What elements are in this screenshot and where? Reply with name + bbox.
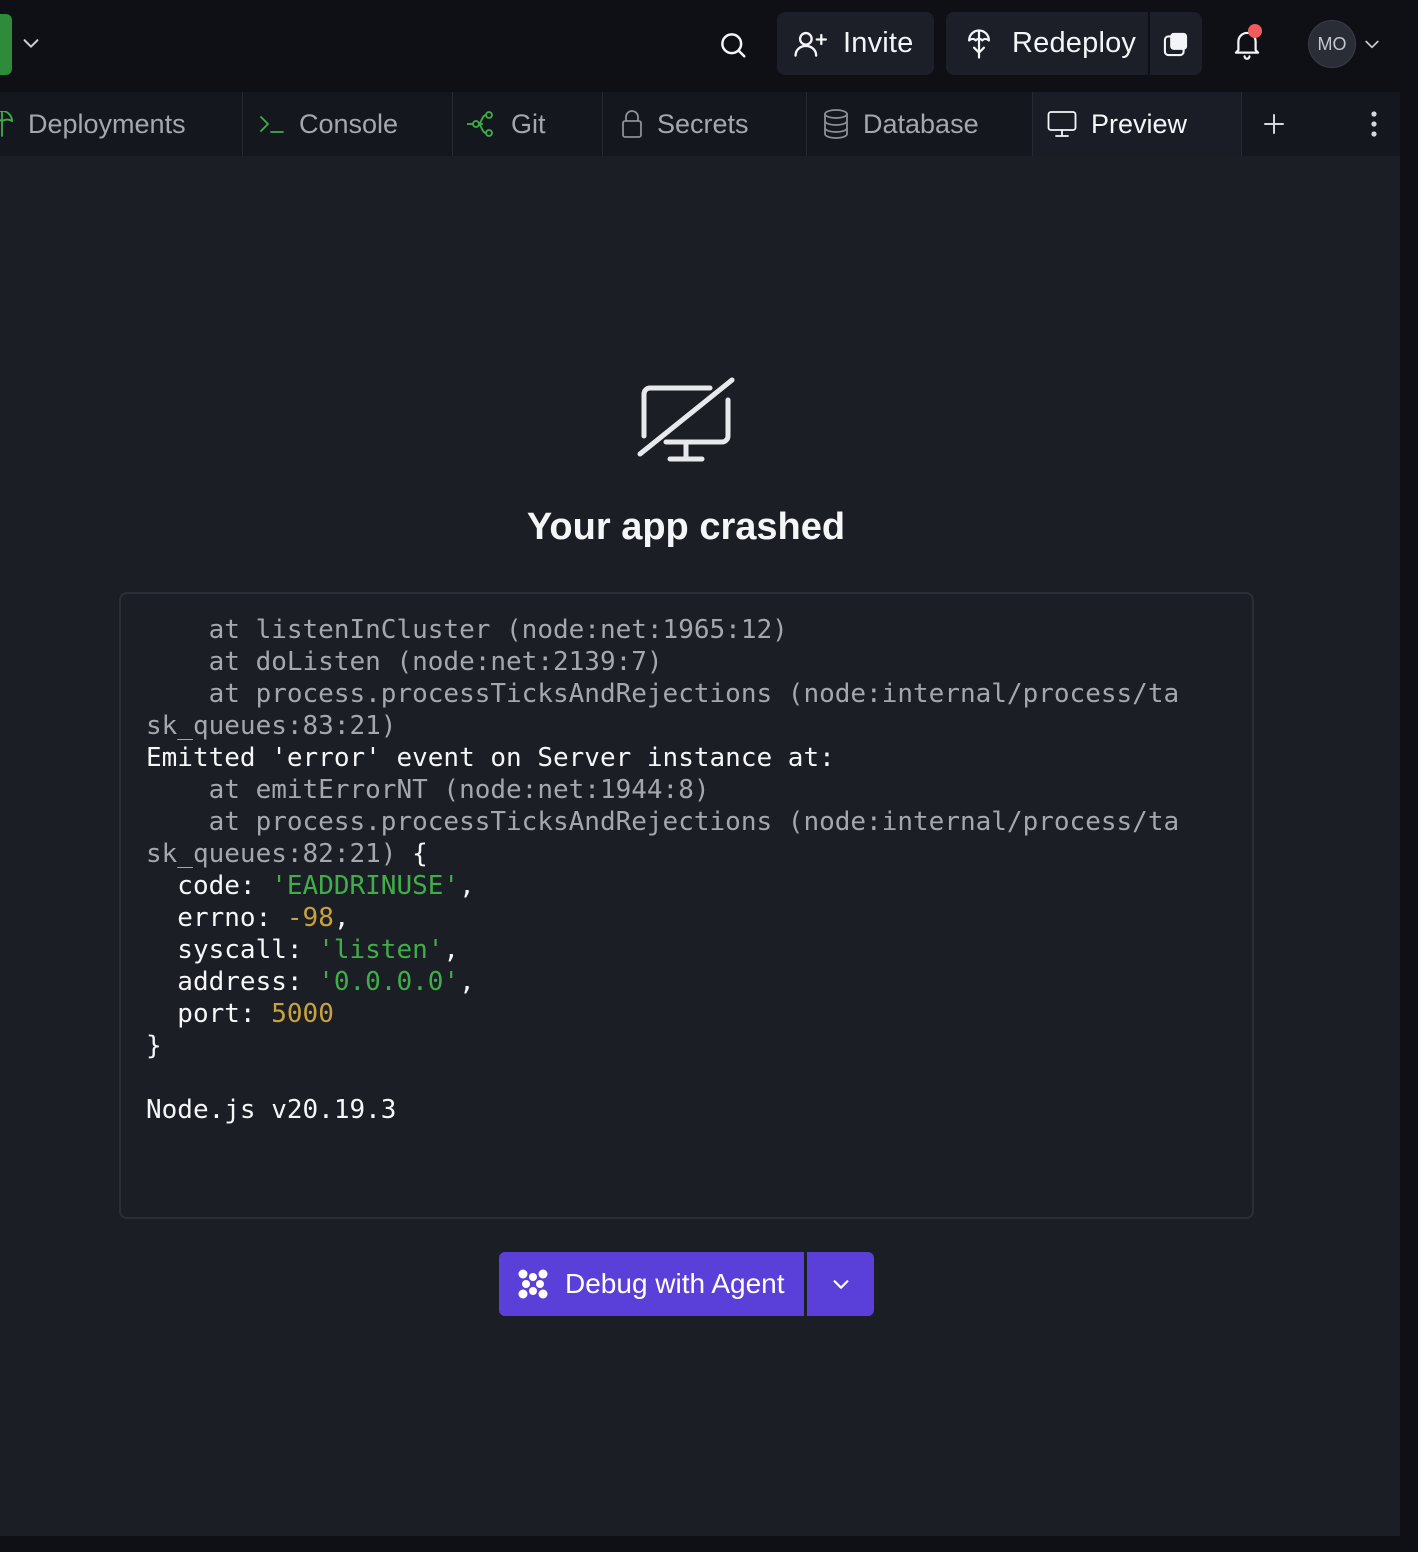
tab-secrets[interactable]: Secrets — [603, 92, 807, 156]
log-line: sk_queues:83:21) — [146, 711, 397, 741]
log-line: errno: -98, — [146, 903, 350, 933]
log-line: Node.js v20.19.3 — [146, 1095, 397, 1125]
log-line: at process.processTicksAndRejections (no… — [146, 679, 1180, 709]
log-line: at process.processTicksAndRejections (no… — [146, 807, 1180, 837]
crash-title: Your app crashed — [526, 506, 846, 548]
redeploy-button[interactable]: Redeploy — [946, 12, 1148, 75]
chevron-down-icon — [832, 1280, 849, 1289]
tab-deployments[interactable]: Deployments — [0, 92, 243, 156]
tab-label: Console — [299, 108, 399, 139]
notifications-button[interactable] — [1224, 20, 1270, 68]
search-button[interactable] — [710, 22, 756, 68]
deployments-icon — [0, 111, 14, 137]
log-line: sk_queues:82:21) { — [146, 839, 428, 869]
tab-label: Secrets — [657, 108, 749, 139]
search-icon — [721, 33, 746, 58]
log-line: port: 5000 — [146, 999, 334, 1029]
invite-button[interactable]: Invite — [777, 12, 934, 75]
monitor-icon — [1047, 110, 1077, 138]
tab-label: Preview — [1091, 108, 1188, 139]
user-avatar[interactable]: MO — [1308, 20, 1356, 68]
agent-icon — [518, 1269, 548, 1299]
invite-label: Invite — [843, 27, 914, 59]
tab-database[interactable]: Database — [807, 92, 1033, 156]
project-badge[interactable] — [0, 14, 12, 75]
window-stack-icon — [1163, 32, 1188, 56]
log-line: at emitErrorNT (node:net:1944:8) — [146, 775, 710, 805]
new-tab-button[interactable] — [1242, 92, 1306, 156]
tab-label: Deployments — [28, 108, 186, 139]
chevron-down-icon[interactable] — [20, 32, 42, 54]
deployment-panel-button[interactable] — [1150, 12, 1202, 75]
log-line: syscall: 'listen', — [146, 935, 460, 965]
preview-panel: Your app crashed at listenInCluster (nod… — [0, 156, 1400, 1536]
lock-icon — [621, 109, 643, 139]
log-line: at doListen (node:net:2139:7) — [146, 647, 663, 677]
window-edge — [1400, 92, 1418, 1552]
tab-preview[interactable]: Preview — [1033, 92, 1242, 156]
avatar-initials: MO — [1317, 33, 1347, 54]
notification-dot — [1248, 24, 1262, 38]
more-vertical-icon — [1371, 111, 1377, 137]
log-line: } — [146, 1031, 162, 1061]
terminal-icon — [259, 112, 285, 136]
database-icon — [823, 109, 849, 139]
tab-more-button[interactable] — [1306, 92, 1400, 156]
window-edge — [0, 1536, 1418, 1552]
redeploy-icon — [968, 28, 990, 59]
tab-git[interactable]: Git — [453, 92, 603, 156]
top-bar: Invite Redeploy MO — [0, 0, 1418, 88]
monitor-off-icon — [637, 377, 735, 462]
plus-icon — [1264, 114, 1284, 134]
tab-bar: Deployments Console Git Secrets Database… — [0, 92, 1400, 156]
redeploy-label: Redeploy — [1012, 27, 1137, 59]
log-line: Emitted 'error' event on Server instance… — [146, 743, 835, 773]
log-line: code: 'EADDRINUSE', — [146, 871, 475, 901]
debug-button-label: Debug with Agent — [565, 1268, 785, 1299]
chevron-down-icon[interactable] — [1362, 34, 1382, 54]
tab-console[interactable]: Console — [243, 92, 453, 156]
debug-with-agent-button[interactable]: Debug with Agent — [499, 1252, 804, 1316]
log-line: address: '0.0.0.0', — [146, 967, 475, 997]
debug-options-button[interactable] — [807, 1252, 874, 1316]
add-user-icon — [794, 31, 827, 57]
error-log-text: at listenInCluster (node:net:1965:12) at… — [146, 614, 1228, 1126]
git-icon — [467, 110, 497, 138]
error-log: at listenInCluster (node:net:1965:12) at… — [119, 592, 1254, 1219]
tab-label: Git — [511, 108, 546, 139]
log-line: at listenInCluster (node:net:1965:12) — [146, 615, 788, 645]
tab-label: Database — [863, 108, 979, 139]
